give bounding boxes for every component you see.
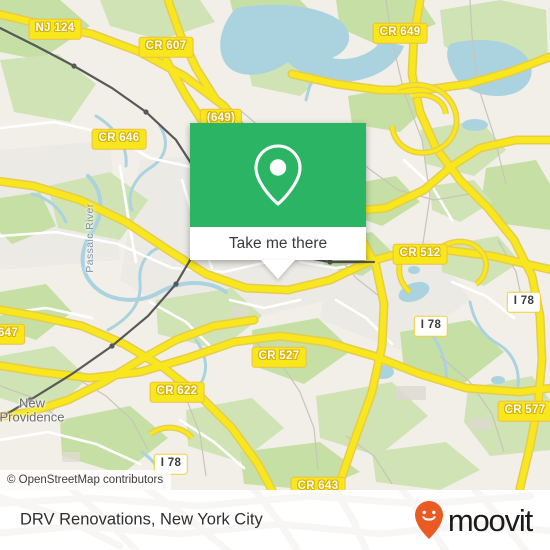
moovit-logo[interactable]: moovit (414, 500, 533, 540)
moovit-pin-smiley-icon (414, 501, 443, 539)
map-canvas[interactable]: NJ 124 CR 607 CR 649 CR 646 (649) CR 512… (0, 0, 550, 490)
shield-nj-124[interactable]: NJ 124 (28, 18, 82, 40)
popup-header (190, 123, 366, 227)
shield-i-78-mid[interactable]: I 78 (413, 315, 449, 337)
shield-cr-607[interactable]: CR 607 (138, 36, 194, 58)
shield-cr-622[interactable]: CR 622 (149, 381, 205, 403)
shield-cr-646[interactable]: CR 646 (91, 128, 147, 150)
shield-cr-577[interactable]: CR 577 (497, 400, 550, 422)
destination-popup[interactable]: Take me there (190, 123, 366, 279)
shield-cr-527[interactable]: CR 527 (251, 346, 307, 368)
take-me-there-label: Take me there (228, 234, 328, 252)
take-me-there-button[interactable]: Take me there (190, 227, 366, 260)
moovit-wordmark: moovit (447, 502, 533, 538)
map-pin-icon (254, 144, 302, 206)
shield-cr-643[interactable]: CR 643 (290, 476, 346, 490)
shield-cr-649[interactable]: CR 649 (372, 22, 428, 44)
shield-cr-512[interactable]: CR 512 (392, 243, 448, 265)
footer-bar: DRV Renovations, New York City moovit (0, 490, 550, 550)
shield-647[interactable]: 647 (0, 323, 26, 345)
shield-i-78-east[interactable]: I 78 (506, 291, 542, 313)
page-title: DRV Renovations, New York City (20, 510, 263, 529)
popup-tail (261, 260, 295, 279)
osm-attribution[interactable]: © OpenStreetMap contributors (0, 469, 172, 490)
map-screenshot: NJ 124 CR 607 CR 649 CR 646 (649) CR 512… (0, 0, 550, 550)
